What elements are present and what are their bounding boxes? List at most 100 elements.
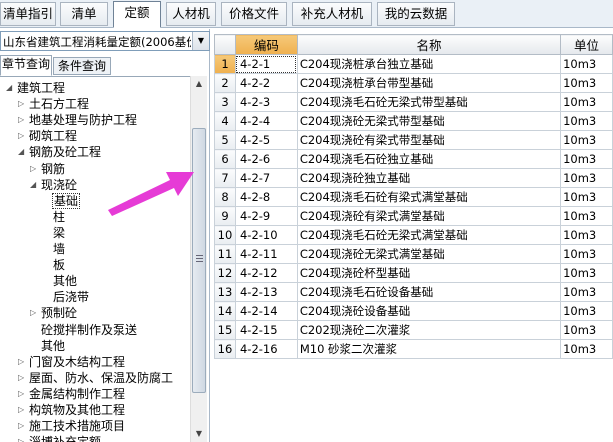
- name-cell[interactable]: C204现浇砼有梁式带型基础: [296, 130, 562, 150]
- triangle-right-icon[interactable]: ▷: [18, 354, 28, 370]
- code-cell[interactable]: 4-2-3: [234, 92, 298, 112]
- triangle-right-icon[interactable]: ▷: [18, 370, 28, 386]
- tab-supplement-lmm[interactable]: 补充人材机: [292, 2, 372, 26]
- table-row[interactable]: 14 4-2-14 C204现浇砼设备基础 10m3: [214, 301, 613, 321]
- code-cell[interactable]: 4-2-11: [234, 244, 298, 264]
- tree-node[interactable]: ▷ 金属结构制作工程: [18, 386, 126, 402]
- code-cell[interactable]: 4-2-2: [234, 73, 298, 93]
- tree-node[interactable]: 板: [42, 257, 66, 273]
- table-row[interactable]: 13 4-2-13 C204现浇毛石砼设备基础 10m3: [214, 282, 613, 302]
- code-cell[interactable]: 4-2-1: [234, 54, 298, 74]
- name-cell[interactable]: C204现浇毛石砼独立基础: [296, 149, 562, 169]
- tree-node[interactable]: 柱: [42, 209, 66, 225]
- tab-bill[interactable]: 清单: [60, 2, 108, 26]
- row-number-cell[interactable]: 11: [214, 244, 236, 264]
- code-cell[interactable]: 4-2-6: [234, 149, 298, 169]
- tree-node[interactable]: ▷ 屋面、防水、保温及防腐工: [18, 370, 174, 386]
- tree-node[interactable]: ▷ 施工技术措施项目: [18, 418, 126, 434]
- tab-quota[interactable]: 定额: [113, 1, 161, 28]
- code-cell[interactable]: 4-2-14: [234, 301, 298, 321]
- row-number-cell[interactable]: 8: [214, 187, 236, 207]
- table-row[interactable]: 6 4-2-6 C204现浇毛石砼独立基础 10m3: [214, 149, 613, 169]
- code-cell[interactable]: 4-2-15: [234, 320, 298, 340]
- unit-cell[interactable]: 10m3: [560, 225, 613, 245]
- name-cell[interactable]: C204现浇毛石砼有梁式满堂基础: [296, 187, 562, 207]
- triangle-down-icon[interactable]: ◢: [30, 177, 40, 193]
- code-cell[interactable]: 4-2-9: [234, 206, 298, 226]
- tree-node[interactable]: ▷ 砌筑工程: [18, 128, 78, 144]
- row-number-cell[interactable]: 4: [214, 111, 236, 131]
- table-row[interactable]: 15 4-2-15 C202现浇砼二次灌浆 10m3: [214, 320, 613, 340]
- name-cell[interactable]: C204现浇毛石砼设备基础: [296, 282, 562, 302]
- name-cell[interactable]: C204现浇砼杯型基础: [296, 263, 562, 283]
- code-cell[interactable]: 4-2-12: [234, 263, 298, 283]
- name-cell[interactable]: M10 砂浆二次灌浆: [296, 339, 562, 359]
- tree-node[interactable]: ▷淄博补充定额: [18, 434, 102, 442]
- table-row[interactable]: 2 4-2-2 C204现浇桩承台带型基础 10m3: [214, 73, 613, 93]
- table-row[interactable]: 9 4-2-9 C204现浇砼有梁式满堂基础 10m3: [214, 206, 613, 226]
- unit-cell[interactable]: 10m3: [560, 339, 613, 359]
- name-cell[interactable]: C202现浇砼二次灌浆: [296, 320, 562, 340]
- unit-cell[interactable]: 10m3: [560, 320, 613, 340]
- table-row[interactable]: 8 4-2-8 C204现浇毛石砼有梁式满堂基础 10m3: [214, 187, 613, 207]
- code-cell[interactable]: 4-2-5: [234, 130, 298, 150]
- code-cell[interactable]: 4-2-16: [234, 339, 298, 359]
- row-number-cell[interactable]: 1: [214, 54, 236, 74]
- quota-library-select[interactable]: 山东省建筑工程消耗量定额(2006基价) ▼: [0, 31, 210, 51]
- code-cell[interactable]: 4-2-4: [234, 111, 298, 131]
- tree-scrollbar[interactable]: ▲ ▼: [190, 76, 207, 442]
- triangle-right-icon[interactable]: ▷: [18, 418, 28, 434]
- name-cell[interactable]: C204现浇砼设备基础: [296, 301, 562, 321]
- table-row[interactable]: 3 4-2-3 C204现浇毛石砼无梁式带型基础 10m3: [214, 92, 613, 112]
- tree-node[interactable]: 其他: [42, 273, 78, 289]
- code-column-header[interactable]: 编码: [234, 34, 298, 55]
- tree-node[interactable]: ▷ 土石方工程: [18, 96, 90, 112]
- row-number-cell[interactable]: 3: [214, 92, 236, 112]
- tree-node[interactable]: 梁: [42, 225, 66, 241]
- table-row[interactable]: 1 4-2-1 C204现浇桩承台独立基础 10m3: [214, 54, 613, 74]
- tree-node[interactable]: ▷ 构筑物及其他工程: [18, 402, 126, 418]
- row-number-cell[interactable]: 5: [214, 130, 236, 150]
- name-cell[interactable]: C204现浇砼无梁式带型基础: [296, 111, 562, 131]
- table-row[interactable]: 16 4-2-16 M10 砂浆二次灌浆 10m3: [214, 339, 613, 359]
- unit-cell[interactable]: 10m3: [560, 187, 613, 207]
- name-cell[interactable]: C204现浇砼无梁式满堂基础: [296, 244, 562, 264]
- unit-cell[interactable]: 10m3: [560, 282, 613, 302]
- table-row[interactable]: 4 4-2-4 C204现浇砼无梁式带型基础 10m3: [214, 111, 613, 131]
- tree-node[interactable]: ◢ 建筑工程: [6, 80, 66, 96]
- name-cell[interactable]: C204现浇桩承台带型基础: [296, 73, 562, 93]
- unit-cell[interactable]: 10m3: [560, 168, 613, 188]
- tree-node[interactable]: ◢ 现浇砼: [30, 177, 78, 193]
- tree-node[interactable]: 墙: [42, 241, 66, 257]
- unit-cell[interactable]: 10m3: [560, 206, 613, 226]
- row-number-cell[interactable]: 7: [214, 168, 236, 188]
- row-number-cell[interactable]: 6: [214, 149, 236, 169]
- unit-cell[interactable]: 10m3: [560, 263, 613, 283]
- tree-node[interactable]: 后浇带: [42, 289, 90, 305]
- dropdown-arrow-icon[interactable]: ▼: [192, 32, 209, 50]
- triangle-down-icon[interactable]: ◢: [18, 144, 28, 160]
- row-number-cell[interactable]: 13: [214, 282, 236, 302]
- row-number-cell[interactable]: 16: [214, 339, 236, 359]
- tree-node[interactable]: 其他: [30, 338, 66, 354]
- unit-cell[interactable]: 10m3: [560, 130, 613, 150]
- triangle-right-icon[interactable]: ▷: [18, 128, 28, 144]
- tree-node[interactable]: 砼搅拌制作及泵送: [30, 322, 138, 338]
- unit-cell[interactable]: 10m3: [560, 73, 613, 93]
- unit-cell[interactable]: 10m3: [560, 301, 613, 321]
- triangle-right-icon[interactable]: ▷: [18, 96, 28, 112]
- tree-node[interactable]: ◢ 钢筋及砼工程: [18, 144, 102, 160]
- unit-cell[interactable]: 10m3: [560, 54, 613, 74]
- tree-node[interactable]: 基础: [42, 192, 81, 209]
- triangle-right-icon[interactable]: ▷: [30, 161, 40, 177]
- triangle-right-icon[interactable]: ▷: [30, 305, 40, 321]
- tab-labor-material-machine[interactable]: 人材机: [166, 2, 216, 26]
- table-row[interactable]: 7 4-2-7 C204现浇砼独立基础 10m3: [214, 168, 613, 188]
- tab-my-cloud-data[interactable]: 我的云数据: [377, 2, 455, 26]
- row-number-cell[interactable]: 10: [214, 225, 236, 245]
- tab-condition-query[interactable]: 条件查询: [53, 57, 111, 75]
- row-number-cell[interactable]: 2: [214, 73, 236, 93]
- unit-cell[interactable]: 10m3: [560, 92, 613, 112]
- tree-node[interactable]: ▷ 门窗及木结构工程: [18, 354, 126, 370]
- table-row[interactable]: 10 4-2-10 C204现浇毛石砼无梁式满堂基础 10m3: [214, 225, 613, 245]
